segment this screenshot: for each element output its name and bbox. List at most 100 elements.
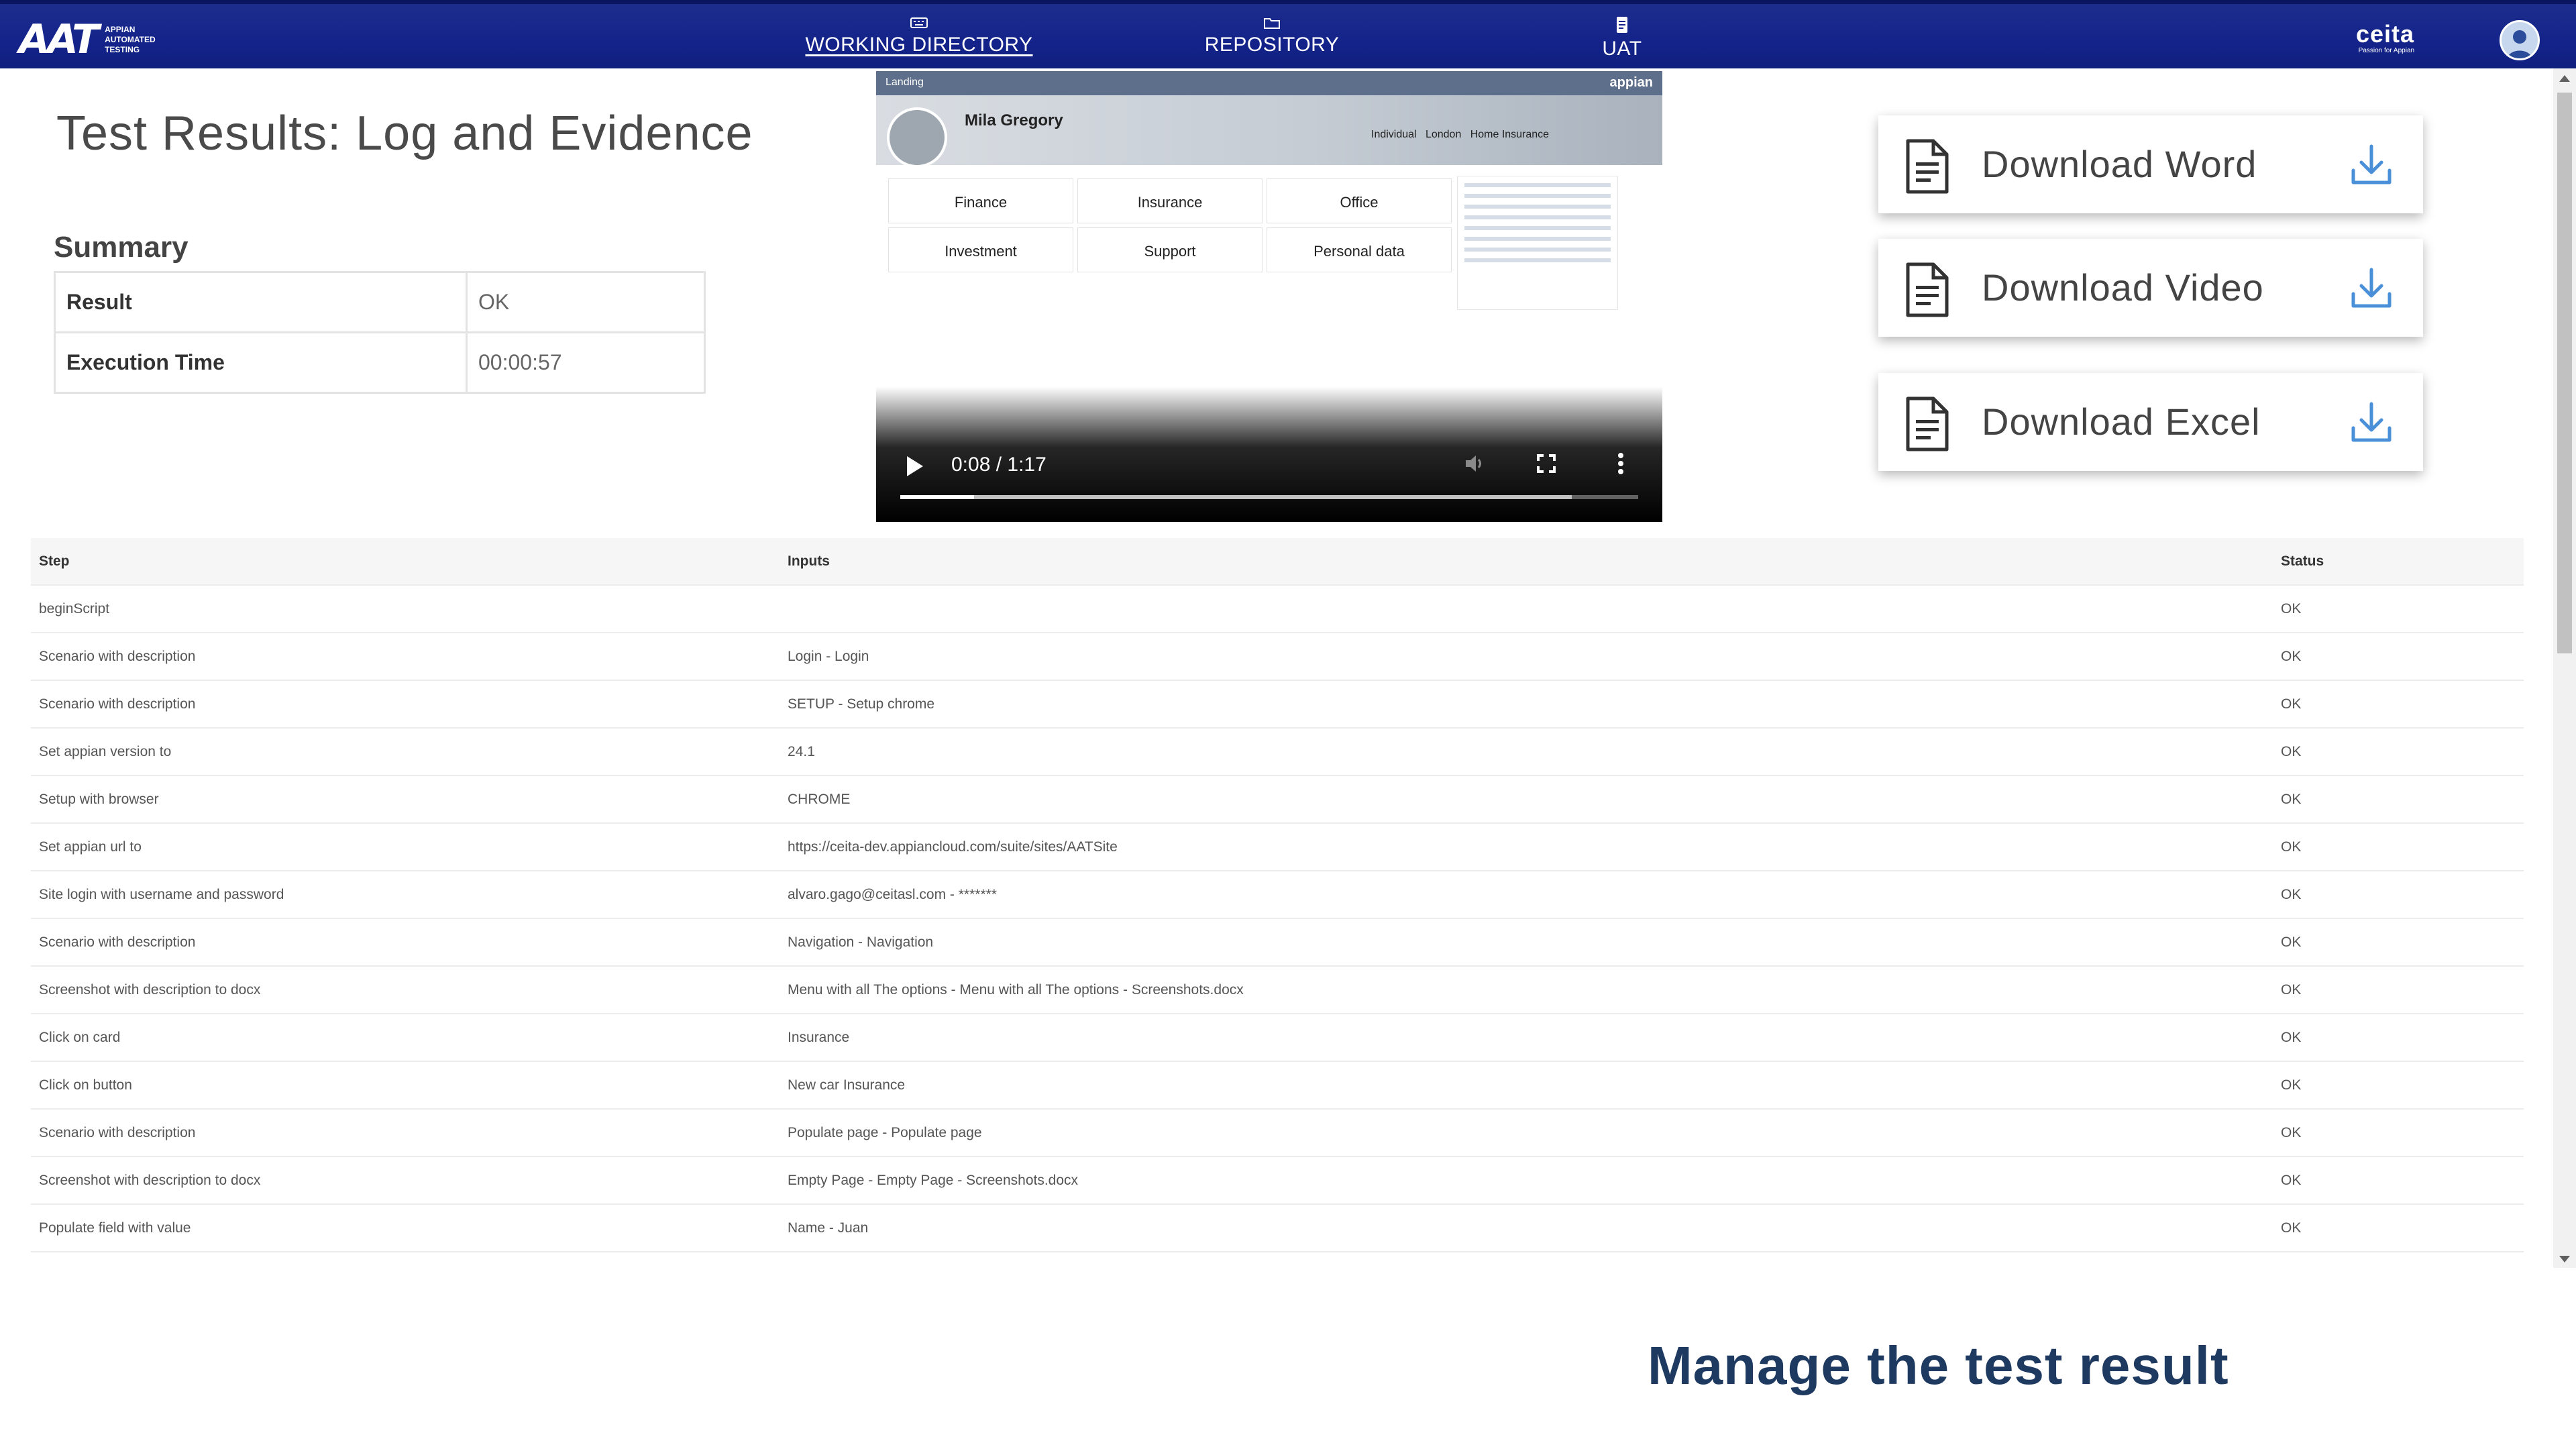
status-cell: OK: [2273, 632, 2524, 680]
table-row: Scenario with description Login - Login OK: [31, 632, 2524, 680]
nav-uat[interactable]: UAT: [1589, 16, 1656, 64]
nav-label: WORKING DIRECTORY: [805, 34, 1033, 56]
profile-contract: Home Insurance: [1470, 129, 1550, 140]
more-options-icon[interactable]: [1617, 452, 1625, 475]
inputs-cell: SETUP - Setup chrome: [780, 680, 2273, 728]
frame-card: Office: [1267, 178, 1452, 223]
summary-value: OK: [466, 271, 706, 333]
profile-office: London: [1425, 129, 1462, 140]
video-frame-banner: Mila Gregory Individual London Home Insu…: [876, 95, 1662, 168]
video-controls: 0:08 / 1:17: [876, 386, 1662, 522]
video-frame: Landing appian Mila Gregory Individual L…: [876, 71, 1662, 322]
logo-subtitle: APPIAN AUTOMATED TESTING: [105, 25, 178, 55]
page-scrollbar[interactable]: [2553, 68, 2576, 1268]
volume-icon[interactable]: [1464, 453, 1487, 474]
inputs-cell: Insurance: [780, 1013, 2273, 1061]
status-cell: OK: [2273, 775, 2524, 823]
user-avatar-icon[interactable]: [2500, 20, 2540, 60]
scroll-down-arrow-icon[interactable]: [2559, 1256, 2570, 1263]
top-navigation-bar: AAT APPIAN AUTOMATED TESTING WORKING DIR…: [0, 0, 2576, 68]
step-cell: beginScript: [31, 584, 780, 633]
status-cell: OK: [2273, 1013, 2524, 1061]
inputs-cell: Login - Login: [780, 632, 2273, 680]
inputs-cell: CHROME: [780, 775, 2273, 823]
column-header-inputs[interactable]: Inputs: [780, 538, 2273, 585]
logo-mark: AAT: [19, 16, 99, 63]
logo-sub-line: APPIAN: [105, 24, 136, 34]
step-cell: Screenshot with description to docx: [31, 965, 780, 1014]
frame-card: Finance: [888, 178, 1073, 223]
column-header-status[interactable]: Status: [2273, 538, 2524, 585]
status-cell: OK: [2273, 680, 2524, 728]
summary-key: Result: [54, 271, 468, 333]
step-cell: Set appian url to: [31, 822, 780, 871]
table-row: Scenario with description Navigation - Na…: [31, 918, 2524, 966]
table-row: Click on button New car Insurance OK: [31, 1061, 2524, 1109]
inputs-cell: Populate page - Populate page: [780, 1108, 2273, 1157]
download-word-button[interactable]: Download Word: [1878, 115, 2423, 213]
inputs-cell: New car Insurance: [780, 1061, 2273, 1109]
user-silhouette-icon: [2507, 30, 2532, 58]
summary-table: Result OK Execution Time 00:00:57: [54, 271, 706, 394]
inputs-cell: Empty Page - Empty Page - Screenshots.do…: [780, 1156, 2273, 1204]
step-cell: Setup with browser: [31, 775, 780, 823]
video-frame-header: Landing appian: [876, 71, 1662, 95]
status-cell: OK: [2273, 965, 2524, 1014]
summary-value: 00:00:57: [466, 331, 706, 394]
video-time: 0:08 / 1:17: [951, 453, 1046, 476]
summary-row-execution-time: Execution Time 00:00:57: [54, 331, 706, 394]
steps-header-row: Step Inputs Status: [31, 538, 2524, 585]
summary-key: Execution Time: [54, 331, 468, 394]
video-progress-bar[interactable]: [900, 495, 1638, 499]
brand-name: ceita: [2356, 20, 2415, 48]
table-row: beginScript OK: [31, 584, 2524, 633]
logo-sub-line: TESTING: [105, 44, 140, 54]
frame-card: Insurance: [1077, 178, 1263, 223]
inputs-cell: Navigation - Navigation: [780, 918, 2273, 966]
aat-logo[interactable]: AAT APPIAN AUTOMATED TESTING: [19, 16, 178, 63]
download-arrow-icon: [2351, 144, 2392, 184]
nav-repository[interactable]: REPOSITORY: [1198, 16, 1346, 64]
video-frame-sidebar: [1457, 176, 1618, 310]
download-label: Download Excel: [1982, 400, 2261, 443]
status-cell: OK: [2273, 822, 2524, 871]
logo-sub-line: AUTOMATED: [105, 34, 156, 44]
nav-label: REPOSITORY: [1204, 34, 1340, 56]
ceita-logo: ceita Passion for Appian: [2356, 20, 2414, 54]
document-icon: [1617, 17, 1627, 33]
profile-picture: [887, 107, 947, 168]
video-frame-breadcrumb: Landing: [885, 76, 924, 88]
table-row: Set appian version to 24.1 OK: [31, 727, 2524, 775]
status-cell: OK: [2273, 727, 2524, 775]
status-cell: OK: [2273, 1061, 2524, 1109]
inputs-cell: alvaro.gago@ceitasl.com - *******: [780, 870, 2273, 918]
step-cell: Click on card: [31, 1013, 780, 1061]
step-cell: Scenario with description: [31, 632, 780, 680]
nav-working-directory[interactable]: WORKING DIRECTORY: [798, 16, 1040, 64]
profile-segment: Individual: [1371, 129, 1417, 140]
folder-icon: [1264, 18, 1280, 29]
table-row: Screenshot with description to docx Menu …: [31, 965, 2524, 1014]
excel-document-icon: [1906, 396, 1949, 451]
keyboard-icon: [910, 17, 928, 28]
step-cell: Click on button: [31, 1061, 780, 1109]
download-video-button[interactable]: Download Video: [1878, 239, 2423, 337]
slide-caption: Manage the test result: [1648, 1336, 2229, 1395]
video-buffered: [900, 495, 1572, 499]
table-row: Click on card Insurance OK: [31, 1013, 2524, 1061]
evidence-video-player[interactable]: Landing appian Mila Gregory Individual L…: [876, 71, 1662, 522]
step-cell: Scenario with description: [31, 918, 780, 966]
column-header-step[interactable]: Step: [31, 538, 780, 585]
status-cell: OK: [2273, 584, 2524, 633]
inputs-cell: 24.1: [780, 727, 2273, 775]
step-cell: Screenshot with description to docx: [31, 1156, 780, 1204]
download-excel-button[interactable]: Download Excel: [1878, 373, 2423, 471]
fullscreen-icon[interactable]: [1536, 453, 1556, 474]
status-cell: OK: [2273, 1203, 2524, 1252]
scrollbar-thumb[interactable]: [2557, 93, 2572, 653]
step-cell: Populate field with value: [31, 1203, 780, 1252]
scroll-up-arrow-icon[interactable]: [2559, 75, 2570, 82]
table-row: Set appian url to https://ceita-dev.appia…: [31, 822, 2524, 871]
play-icon[interactable]: [907, 456, 923, 476]
steps-table: Step Inputs Status beginScript OK Scenari…: [31, 538, 2524, 1252]
